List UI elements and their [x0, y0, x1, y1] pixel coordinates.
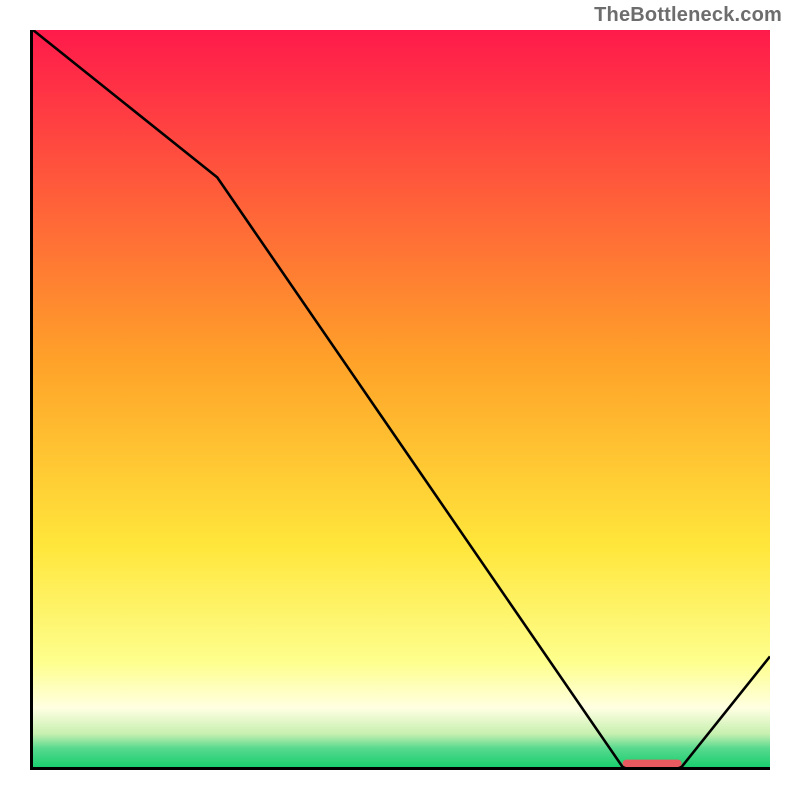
optimal-range-marker — [623, 760, 682, 767]
gradient-background — [33, 30, 770, 767]
plot-area — [30, 30, 770, 770]
chart-container: TheBottleneck.com — [0, 0, 800, 800]
watermark-label: TheBottleneck.com — [594, 4, 782, 27]
chart-svg — [33, 30, 770, 767]
